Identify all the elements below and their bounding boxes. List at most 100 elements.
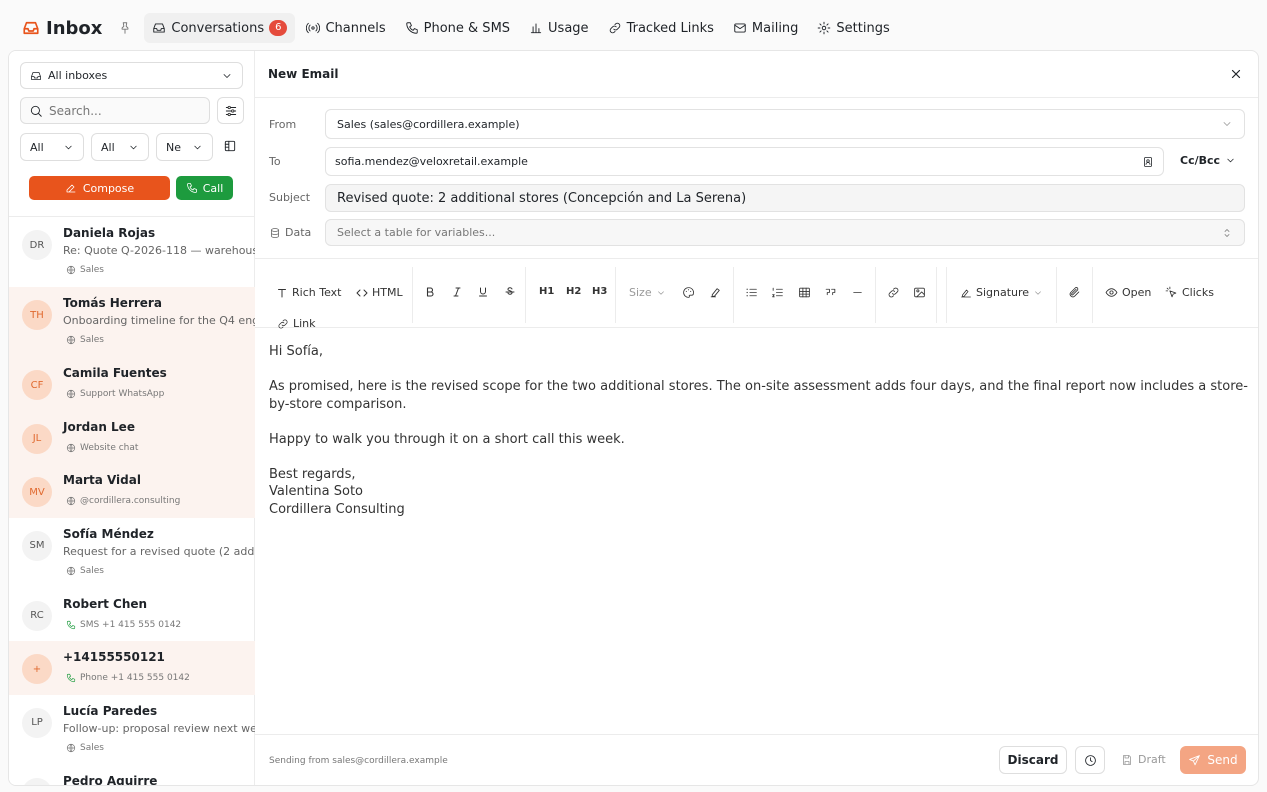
conversation-item[interactable]: RC Robert Chen SMS +1 415 555 0142 [9, 588, 255, 642]
conversation-item[interactable]: CF Camila Fuentes Support WhatsApp [9, 357, 255, 411]
tab-usage-label: Usage [548, 20, 589, 36]
to-input[interactable]: sofia.mendez@veloxretail.example [325, 147, 1164, 176]
highlight-button[interactable] [709, 286, 722, 299]
font-size-label: Size [629, 286, 652, 299]
signature-select[interactable]: Signature [960, 286, 1043, 299]
tab-mailing-label: Mailing [751, 20, 799, 36]
heading3-button[interactable]: H3 [592, 286, 607, 297]
insert-link-text-button[interactable]: Link [277, 317, 316, 330]
data-table-select[interactable]: Select a table for variables... [325, 219, 1245, 246]
conversation-name: Robert Chen [63, 596, 148, 611]
tab-usage[interactable]: Usage [521, 13, 597, 43]
tab-settings[interactable]: Settings [809, 13, 897, 43]
email-body-editor[interactable]: Hi Sofía, As promised, here is the revis… [269, 343, 1254, 518]
call-button[interactable]: Call [176, 176, 233, 200]
inbox-logo-icon [22, 19, 40, 37]
conversation-preview: Follow-up: proposal review next wee [63, 721, 255, 735]
conversation-name: Tomás Herrera [63, 296, 162, 310]
conversation-item[interactable]: + +14155550121 Phone +1 415 555 0142 [9, 641, 255, 695]
inbox-select[interactable]: All inboxes [20, 62, 243, 89]
strikethrough-button[interactable] [504, 286, 516, 298]
bullet-list-button[interactable] [745, 286, 758, 299]
conversation-name: Lucía Paredes [63, 703, 158, 718]
bullet-list-icon [745, 286, 758, 299]
rich-text-label: Rich Text [292, 286, 342, 299]
mail-icon [733, 21, 747, 35]
conversation-item[interactable]: PA Pedro Aguirre [9, 765, 255, 786]
sort-filter-select[interactable]: Ne [156, 133, 213, 161]
ordered-list-icon [771, 286, 784, 299]
horizontal-rule-button[interactable] [851, 286, 864, 299]
tab-conversations[interactable]: Conversations 6 [144, 13, 296, 43]
contact-book-icon[interactable] [1142, 156, 1154, 168]
phone-icon [186, 182, 198, 194]
conversation-item[interactable]: LP Lucía Paredes Follow-up: proposal revie… [9, 695, 255, 765]
toolbar-divider [936, 267, 937, 323]
conversation-channel: Sales [66, 743, 104, 753]
cursor-click-icon [1165, 286, 1178, 299]
table-button[interactable] [798, 286, 811, 299]
filter-settings-button[interactable] [217, 97, 244, 124]
close-icon[interactable] [1230, 68, 1242, 80]
pin-icon[interactable] [118, 21, 132, 35]
conversation-item[interactable]: MV Marta Vidal @cordillera.consulting [9, 464, 255, 518]
assignee-filter-select[interactable]: All [91, 133, 149, 161]
rich-text-button[interactable]: Rich Text [276, 286, 341, 299]
avatar: PA [22, 777, 52, 785]
discard-button[interactable]: Discard [999, 746, 1067, 774]
status-filter-value: All [30, 140, 44, 154]
toolbar-divider [946, 267, 947, 323]
insert-link-button[interactable] [887, 286, 900, 299]
conversation-preview: Re: Quote Q-2026-118 — warehouse p [63, 244, 255, 257]
layout-panel-icon[interactable] [223, 139, 237, 153]
phone-icon [66, 673, 76, 683]
tab-phone-sms[interactable]: Phone & SMS [397, 13, 518, 43]
composer-title: New Email [268, 67, 339, 81]
chevron-down-icon [1033, 288, 1043, 298]
tab-mailing[interactable]: Mailing [725, 13, 807, 43]
send-icon [1188, 754, 1201, 767]
ordered-list-button[interactable] [771, 286, 784, 299]
to-label: To [269, 155, 281, 168]
quote-button[interactable] [824, 286, 837, 299]
html-button[interactable]: HTML [356, 286, 403, 299]
cc-bcc-label: Cc/Bcc [1180, 154, 1221, 167]
attach-button[interactable] [1068, 286, 1081, 299]
heading1-button[interactable]: H1 [539, 286, 554, 297]
body-signature-company: Cordillera Consulting [269, 501, 405, 517]
cc-bcc-toggle[interactable]: Cc/Bcc [1180, 154, 1236, 167]
subject-input-value: Revised quote: 2 additional stores (Conc… [337, 190, 747, 206]
subject-input[interactable]: Revised quote: 2 additional stores (Conc… [325, 184, 1245, 212]
italic-button[interactable] [451, 286, 463, 298]
tab-tracked-links[interactable]: Tracked Links [600, 13, 722, 43]
send-button[interactable]: Send [1180, 746, 1246, 774]
tab-channels[interactable]: Channels [298, 13, 393, 43]
font-size-select[interactable]: Size [629, 286, 666, 299]
schedule-button[interactable] [1075, 746, 1105, 774]
search-input[interactable] [49, 103, 199, 118]
compose-button[interactable]: Compose [29, 176, 170, 200]
from-select[interactable]: Sales (sales@cordillera.example) [325, 109, 1245, 139]
conversation-sidebar: All inboxes All All Ne Compose C [9, 51, 255, 786]
avatar: TH [22, 300, 52, 330]
conversation-channel: Sales [66, 566, 104, 576]
conversation-name: Pedro Aguirre [63, 773, 158, 786]
phone-icon [66, 620, 76, 630]
conversation-channel: Support WhatsApp [66, 389, 164, 399]
track-opens-toggle[interactable]: Open [1105, 286, 1151, 299]
database-icon [269, 227, 281, 239]
conversation-item[interactable]: SM Sofía Méndez Request for a revised quot… [9, 518, 255, 588]
bold-button[interactable] [424, 286, 436, 298]
conversation-channel-label: Sales [80, 742, 104, 753]
status-filter-select[interactable]: All [20, 133, 84, 161]
underline-button[interactable] [477, 286, 489, 298]
text-color-button[interactable] [682, 286, 695, 299]
conversation-item[interactable]: DR Daniela Rojas Re: Quote Q-2026-118 — wa… [9, 217, 255, 287]
save-draft-button[interactable]: Draft [1121, 753, 1166, 766]
track-clicks-toggle[interactable]: Clicks [1165, 286, 1214, 299]
insert-image-button[interactable] [913, 286, 926, 299]
broadcast-icon [306, 21, 321, 35]
conversation-item[interactable]: JL Jordan Lee Website chat [9, 410, 255, 464]
conversation-item[interactable]: TH Tomás Herrera Onboarding timeline for t… [9, 287, 255, 357]
heading2-button[interactable]: H2 [566, 286, 581, 297]
